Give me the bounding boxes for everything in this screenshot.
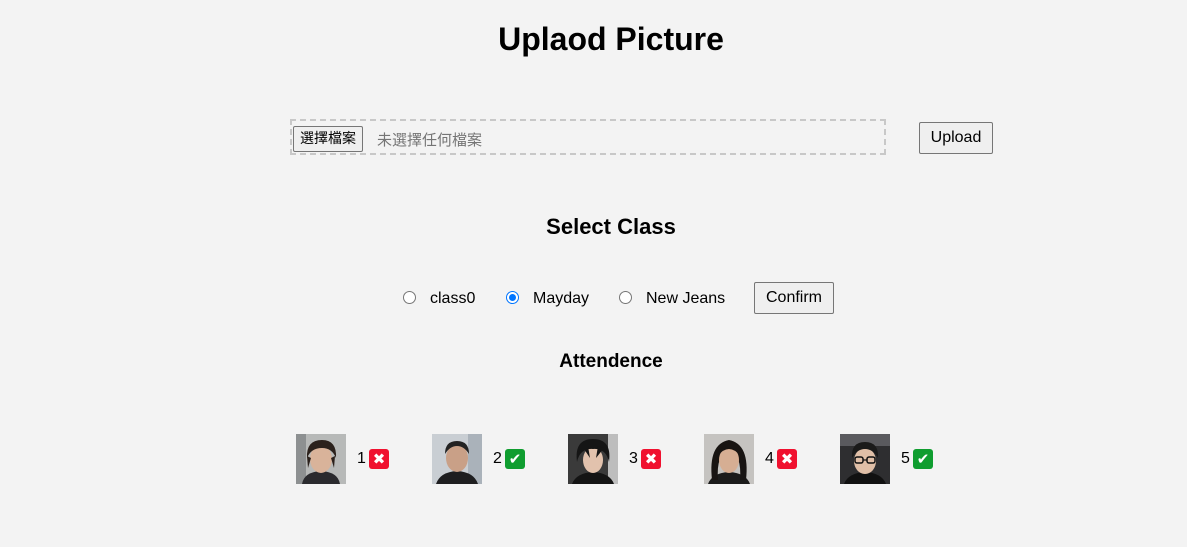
absent-mark-icon: ✖ bbox=[369, 449, 389, 469]
radio-label-mayday: Mayday bbox=[533, 290, 590, 307]
present-mark-icon: ✔ bbox=[505, 449, 525, 469]
student-number: 1 bbox=[357, 450, 366, 467]
radio-label-new-jeans: New Jeans bbox=[646, 290, 726, 307]
select-class-title: Select Class bbox=[546, 214, 676, 239]
page-title: Uplaod Picture bbox=[498, 21, 724, 57]
radio-new-jeans[interactable] bbox=[619, 291, 632, 304]
radio-class0[interactable] bbox=[403, 291, 416, 304]
radio-mayday[interactable] bbox=[506, 291, 519, 304]
attendance-title: Attendence bbox=[559, 351, 663, 372]
page: Uplaod Picture 選擇檔案 未選擇任何檔案 Upload Selec… bbox=[0, 0, 1187, 547]
student-photo bbox=[432, 434, 482, 484]
student-photo bbox=[296, 434, 346, 484]
student-photo bbox=[704, 434, 754, 484]
present-mark-icon: ✔ bbox=[913, 449, 933, 469]
student-number: 2 bbox=[493, 450, 502, 467]
student-number: 3 bbox=[629, 450, 638, 467]
absent-mark-icon: ✖ bbox=[777, 449, 797, 469]
radio-label-class0: class0 bbox=[430, 290, 476, 307]
student-photo bbox=[840, 434, 890, 484]
absent-mark-icon: ✖ bbox=[641, 449, 661, 469]
file-drop-zone[interactable]: 選擇檔案 未選擇任何檔案 bbox=[290, 119, 886, 155]
confirm-button[interactable]: Confirm bbox=[754, 282, 834, 314]
student-number: 5 bbox=[901, 450, 910, 467]
file-status-text: 未選擇任何檔案 bbox=[377, 131, 483, 149]
choose-file-button[interactable]: 選擇檔案 bbox=[293, 126, 363, 152]
student-number: 4 bbox=[765, 450, 774, 467]
student-photo bbox=[568, 434, 618, 484]
upload-button[interactable]: Upload bbox=[919, 122, 993, 154]
